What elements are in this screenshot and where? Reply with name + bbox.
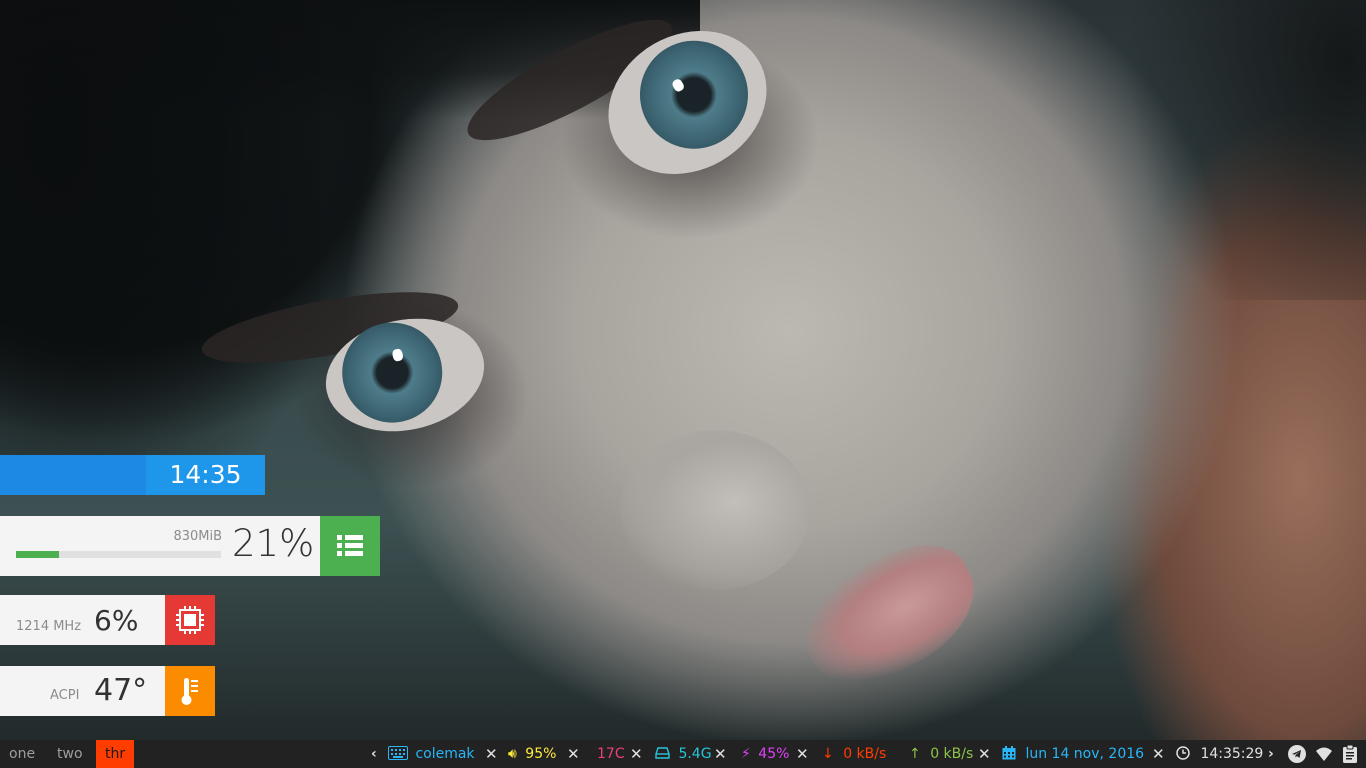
- separator-icon: ✕: [1152, 745, 1165, 763]
- disk-label: 5.4G: [678, 746, 712, 762]
- chip-icon: [165, 595, 215, 645]
- clock-label: 14:35:29: [1200, 746, 1264, 762]
- separator-icon: ✕: [978, 745, 991, 763]
- clipboard-icon[interactable]: [1342, 744, 1358, 764]
- volume-indicator[interactable]: 🔊︎ 95%: [508, 740, 556, 768]
- battery-label: 45%: [758, 746, 790, 762]
- cpu-percent: 6%: [94, 604, 139, 637]
- disk-indicator: 5.4G: [655, 740, 712, 768]
- speaker-icon: 🔊︎: [508, 746, 517, 762]
- clock-time: 14:35: [146, 455, 265, 495]
- wallpaper-hair-left: [0, 0, 320, 460]
- clock-accent-bar: [0, 455, 146, 495]
- cpu-panel: 1214 MHz 6%: [0, 595, 165, 645]
- workspace-three[interactable]: thr: [96, 740, 135, 768]
- memory-percent: 21%: [232, 522, 315, 565]
- network-download: ↓ 0 kB/s: [822, 740, 886, 768]
- bolt-icon: ⚡︎: [741, 746, 751, 762]
- date-display[interactable]: lun 14 nov, 2016: [1002, 740, 1144, 768]
- clock-display[interactable]: 14:35:29: [1176, 740, 1263, 768]
- list-icon: [320, 516, 380, 576]
- temperature-panel: ACPI 47°: [0, 666, 165, 716]
- separator-icon: ✕: [567, 745, 580, 763]
- telegram-icon[interactable]: [1288, 745, 1306, 763]
- status-bar: one two thr ‹ colemak ✕ 🔊︎ 95% ✕ 17C ✕ 5…: [0, 740, 1366, 768]
- memory-usage-fill: [16, 551, 59, 558]
- cpu-widget: 1214 MHz 6%: [0, 595, 215, 645]
- keyboard-icon: [388, 746, 408, 760]
- temperature-label: 17C: [597, 746, 625, 762]
- wallpaper-nose: [620, 430, 810, 590]
- cpu-frequency: 1214 MHz: [16, 619, 82, 634]
- memory-widget: 830MiB 21%: [0, 516, 380, 576]
- separator-icon: ✕: [714, 745, 727, 763]
- wifi-icon[interactable]: [1315, 745, 1333, 763]
- calendar-icon: [1002, 746, 1016, 760]
- workspace-one[interactable]: one: [0, 740, 44, 768]
- chevron-left-icon[interactable]: ‹: [371, 740, 377, 768]
- thermometer-icon: [165, 666, 215, 716]
- temperature-value: 47°: [94, 673, 148, 708]
- keyboard-layout-label: colemak: [415, 746, 475, 762]
- network-upload: ↑ 0 kB/s: [909, 740, 973, 768]
- clock-icon: [1176, 746, 1190, 760]
- upload-rate: 0 kB/s: [930, 746, 974, 762]
- download-rate: 0 kB/s: [843, 746, 887, 762]
- arrow-down-icon: ↓: [822, 746, 834, 762]
- temperature-source: ACPI: [50, 688, 80, 703]
- memory-panel: 830MiB 21%: [0, 516, 320, 576]
- volume-label: 95%: [525, 746, 557, 762]
- separator-icon: ✕: [630, 745, 643, 763]
- separator-icon: ✕: [485, 745, 498, 763]
- clock-widget: 14:35: [0, 455, 265, 495]
- chevron-right-icon[interactable]: ›: [1268, 740, 1274, 768]
- workspace-two[interactable]: two: [48, 740, 92, 768]
- arrow-up-icon: ↑: [909, 746, 921, 762]
- memory-usage-bar: [16, 551, 221, 558]
- battery-indicator: ⚡︎ 45%: [741, 740, 789, 768]
- keyboard-layout[interactable]: colemak: [388, 740, 475, 768]
- memory-used: 830MiB: [173, 529, 222, 544]
- separator-icon: ✕: [796, 745, 809, 763]
- disk-icon: [655, 747, 670, 759]
- temperature-widget: ACPI 47°: [0, 666, 215, 716]
- date-label: lun 14 nov, 2016: [1025, 746, 1145, 762]
- wallpaper-lips: [784, 524, 996, 706]
- wallpaper-hair-right: [1126, 0, 1366, 300]
